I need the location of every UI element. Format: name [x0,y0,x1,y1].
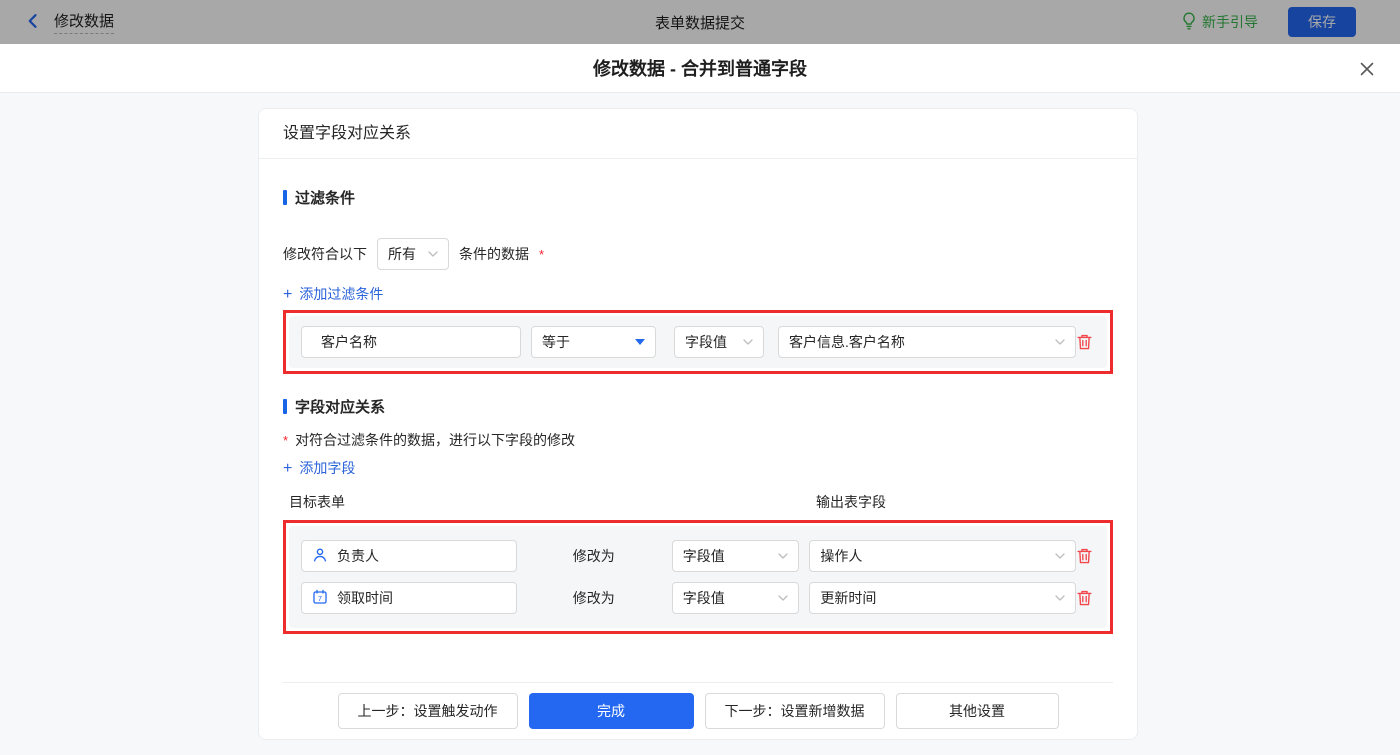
section-bar [283,399,287,414]
required-asterisk: * [283,432,289,448]
chevron-down-icon [743,339,753,345]
operator-select[interactable]: 等于 [531,326,656,358]
delete-trash-icon[interactable] [1076,547,1093,565]
mapping-column-headers: 目标表单 输出表字段 [283,492,1113,512]
operator-value: 等于 [542,334,570,350]
chevron-down-icon [428,251,438,257]
close-icon[interactable] [1356,58,1378,80]
output-field-column-header: 输出表字段 [816,494,886,510]
top-bar: 修改数据 表单数据提交 新手引导 保存 [0,0,1400,44]
plus-icon [283,286,292,303]
filter-field-value: 客户名称 [321,334,377,350]
svg-text:7: 7 [318,594,322,603]
mapping-section-heading: 字段对应关系 [283,396,1113,417]
chevron-down-icon [778,595,789,601]
chevron-down-icon [1055,553,1065,559]
other-settings-button[interactable]: 其他设置 [895,693,1059,729]
value-type-value: 字段值 [682,548,725,564]
value-type-select[interactable]: 字段值 [671,540,800,572]
lightbulb-icon [1182,12,1196,33]
next-step-button[interactable]: 下一步：设置新增数据 [704,693,885,729]
target-field-value: 领取时间 [337,590,393,606]
section-bar [283,190,287,205]
chevron-down-icon [1055,595,1065,601]
mapping-row: 7 领取时间 修改为 字段值 更新时间 [301,582,1095,614]
mapping-description: 对符合过滤条件的数据，进行以下字段的修改 [295,432,576,448]
value-type-select[interactable]: 字段值 [671,582,800,614]
filter-scope-prefix: 修改符合以下 [283,246,367,262]
card-title: 设置字段对应关系 [259,109,1137,159]
annotation-box-mapping-rows: 负责人 修改为 字段值 操作人 7 领取时间 修改为 字段值 更新时间 [283,520,1113,634]
filter-scope-suffix: 条件的数据 [459,246,529,262]
mapping-heading-label: 字段对应关系 [295,399,386,416]
chevron-down-icon [1055,339,1065,345]
annotation-box-filter-row: 客户名称 等于 字段值 客户信息.客户名称 [283,310,1113,374]
target-field-value: 负责人 [337,548,379,564]
filter-scope-select[interactable]: 所有 [377,238,449,270]
output-field-value: 更新时间 [820,590,877,606]
value-type-value: 字段值 [685,334,727,350]
output-field-select[interactable]: 更新时间 [809,582,1076,614]
calendar-icon: 7 [312,589,328,608]
beginner-guide-link[interactable]: 新手引导 [1182,12,1258,33]
done-button[interactable]: 完成 [528,693,694,729]
modify-to-label: 修改为 [572,548,615,564]
modal-title: 修改数据 - 合并到普通字段 [593,59,807,79]
card-footer: 上一步：设置触发动作 完成 下一步：设置新增数据 其他设置 [283,682,1113,739]
field-mapping-card: 设置字段对应关系 过滤条件 修改符合以下 所有 条件的数据 * + 添加过滤条件… [258,108,1138,740]
value-type-select[interactable]: 字段值 [674,326,764,358]
required-asterisk: * [539,246,545,262]
prev-step-button[interactable]: 上一步：设置触发动作 [337,693,518,729]
target-form-column-header: 目标表单 [289,494,345,510]
filter-field-input[interactable]: 客户名称 [301,326,521,358]
filter-section-heading: 过滤条件 [283,187,1113,208]
modify-to-label: 修改为 [572,590,615,606]
add-filter-condition-link[interactable]: 添加过滤条件 [283,284,383,304]
compare-value: 客户信息.客户名称 [789,334,905,350]
modal-header: 修改数据 - 合并到普通字段 [0,44,1400,93]
plus-icon [283,460,292,477]
output-field-value: 操作人 [820,548,863,564]
mapping-row: 负责人 修改为 字段值 操作人 [301,540,1095,572]
beginner-guide-label: 新手引导 [1202,14,1258,30]
value-type-value: 字段值 [682,590,725,606]
delete-trash-icon[interactable] [1076,589,1093,607]
target-field-input[interactable]: 7 领取时间 [301,582,517,614]
filter-scope-line: 修改符合以下 所有 条件的数据 * [283,238,1113,270]
filter-heading-label: 过滤条件 [295,190,356,207]
target-field-input[interactable]: 负责人 [301,540,517,572]
compare-value-select[interactable]: 客户信息.客户名称 [778,326,1076,358]
chevron-down-icon [778,553,789,559]
output-field-select[interactable]: 操作人 [809,540,1076,572]
delete-trash-icon[interactable] [1076,333,1093,351]
add-field-label: 添加字段 [299,460,356,476]
filter-condition-row: 客户名称 等于 字段值 客户信息.客户名称 [301,326,1095,358]
add-filter-condition-label: 添加过滤条件 [299,286,384,302]
modal-body: 设置字段对应关系 过滤条件 修改符合以下 所有 条件的数据 * + 添加过滤条件… [0,94,1400,755]
caret-down-icon [635,339,645,345]
person-icon [312,547,328,566]
mapping-description-line: * 对符合过滤条件的数据，进行以下字段的修改 [283,430,1113,450]
save-button[interactable]: 保存 [1288,7,1356,37]
filter-scope-value: 所有 [388,246,416,262]
add-field-link[interactable]: 添加字段 [283,458,355,478]
